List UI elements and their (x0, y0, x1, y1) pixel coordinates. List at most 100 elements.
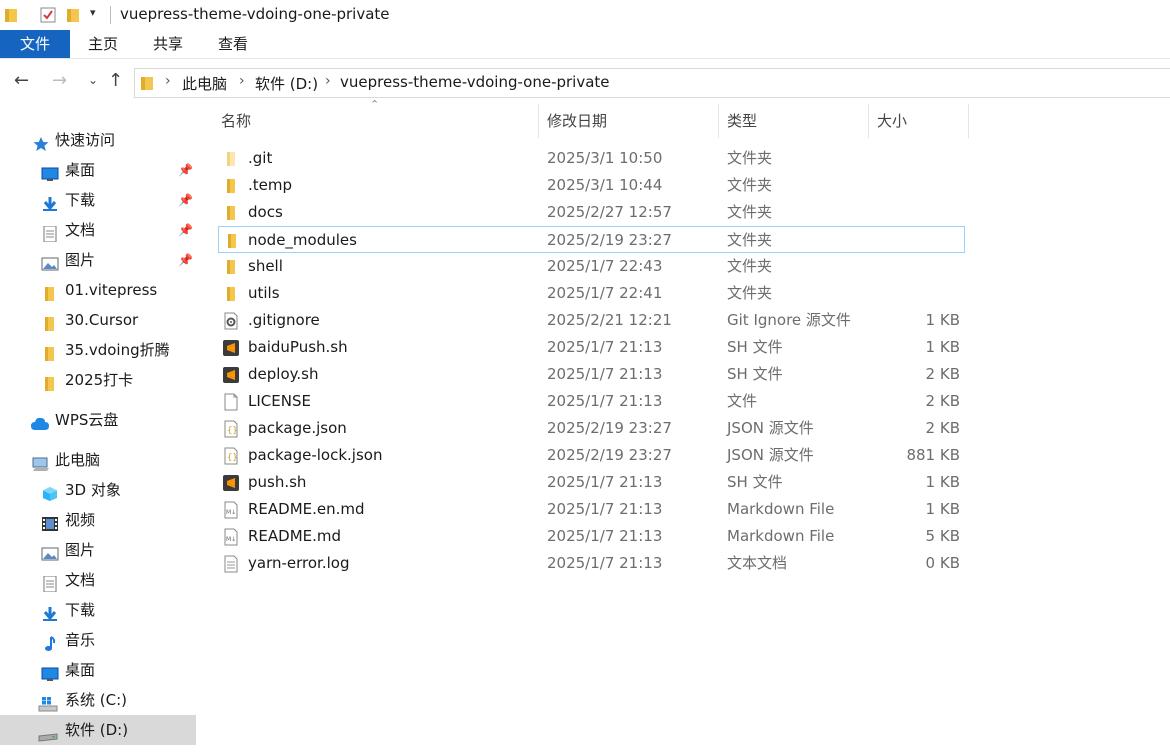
file-row[interactable]: baiduPush.sh 2025/1/7 21:13 SH 文件 1 KB (218, 334, 965, 361)
sidebar-item-desktop[interactable]: 桌面 (0, 655, 196, 685)
customize-toolbar-icon[interactable]: ▾ (90, 6, 96, 19)
file-row[interactable]: utils 2025/1/7 22:41 文件夹 (218, 280, 965, 307)
file-size: 1 KB (925, 473, 960, 491)
sidebar-item-documents[interactable]: 文档 (0, 565, 196, 595)
folder-icon[interactable] (4, 7, 18, 27)
folder-icon (41, 282, 59, 301)
file-name: docs (248, 203, 283, 221)
file-row[interactable]: .gitignore 2025/2/21 12:21 Git Ignore 源文… (218, 307, 965, 334)
chevron-right-icon[interactable]: › (239, 73, 245, 89)
address-bar[interactable]: › 此电脑 › 软件 (D:) › vuepress-theme-vdoing-… (134, 68, 1170, 98)
column-header-type[interactable]: 类型 (727, 104, 867, 138)
sidebar-item-music[interactable]: 音乐 (0, 625, 196, 655)
sidebar-item-label: 桌面 (65, 661, 96, 679)
tab-file[interactable]: 文件 (0, 30, 70, 58)
file-row[interactable]: yarn-error.log 2025/1/7 21:13 文本文档 0 KB (218, 550, 965, 577)
file-type: 文件夹 (727, 149, 773, 167)
ribbon-tabs: 文件 主页 共享 查看 (0, 30, 1170, 59)
forward-arrow-icon[interactable]: → (52, 70, 67, 91)
sidebar-item-recent-folder[interactable]: 01.vitepress (0, 275, 196, 305)
blank-file-icon (222, 393, 240, 411)
sidebar-item-drive-c[interactable]: 系统 (C:) (0, 685, 196, 715)
sidebar-item-pictures[interactable]: 图片 (0, 535, 196, 565)
file-name: .git (248, 149, 273, 167)
file-row-focused[interactable]: node_modules 2025/2/19 23:27 文件夹 (218, 226, 965, 253)
sidebar-item-label: 视频 (65, 511, 96, 529)
sidebar-item-recent-folder[interactable]: 30.Cursor (0, 305, 196, 335)
column-header-size[interactable]: 大小 (877, 104, 967, 138)
json-file-icon: {} (222, 447, 240, 465)
column-divider[interactable] (718, 104, 719, 138)
music-icon (41, 632, 59, 651)
sidebar-item-recent-folder[interactable]: 35.vdoing折腾 (0, 335, 196, 365)
file-row[interactable]: M↓ README.en.md 2025/1/7 21:13 Markdown … (218, 496, 965, 523)
column-divider[interactable] (538, 104, 539, 138)
up-arrow-icon[interactable]: ↑ (108, 70, 123, 91)
sidebar-item-label: 文档 (65, 571, 96, 589)
new-folder-icon[interactable] (66, 7, 80, 27)
file-size: 0 KB (925, 554, 960, 572)
breadcrumb-drive-d[interactable]: 软件 (D:) (255, 73, 318, 94)
sidebar-item-videos[interactable]: 视频 (0, 505, 196, 535)
video-icon (41, 512, 59, 531)
file-name: package.json (248, 419, 347, 437)
file-date: 2025/3/1 10:44 (547, 176, 663, 194)
pin-icon[interactable]: 📌 (178, 185, 193, 215)
pin-icon[interactable]: 📌 (178, 155, 193, 185)
sidebar-item-pictures[interactable]: 图片 📌 (0, 245, 196, 275)
download-icon (41, 192, 59, 211)
document-icon (41, 572, 59, 593)
file-row[interactable]: .temp 2025/3/1 10:44 文件夹 (218, 172, 965, 199)
breadcrumb-this-pc[interactable]: 此电脑 (182, 73, 227, 94)
sidebar-item-recent-folder[interactable]: 2025打卡 (0, 365, 196, 395)
file-row[interactable]: deploy.sh 2025/1/7 21:13 SH 文件 2 KB (218, 361, 965, 388)
file-row[interactable]: .git 2025/3/1 10:50 文件夹 (218, 145, 965, 172)
desktop-icon (41, 162, 59, 181)
file-row[interactable]: push.sh 2025/1/7 21:13 SH 文件 1 KB (218, 469, 965, 496)
column-divider[interactable] (868, 104, 869, 138)
json-file-icon: {} (222, 420, 240, 438)
file-date: 2025/1/7 21:13 (547, 392, 663, 410)
sidebar-item-downloads[interactable]: 下载 (0, 595, 196, 625)
pin-icon[interactable]: 📌 (178, 215, 193, 245)
file-name: shell (248, 257, 283, 275)
window-title: vuepress-theme-vdoing-one-private (120, 5, 390, 23)
sidebar-item-wps-cloud[interactable]: WPS云盘 (0, 405, 196, 435)
sidebar-item-3d-objects[interactable]: 3D 对象 (0, 475, 196, 505)
pin-icon[interactable]: 📌 (178, 245, 193, 275)
column-header-name[interactable]: 名称 (221, 104, 537, 138)
file-row[interactable]: docs 2025/2/27 12:57 文件夹 (218, 199, 965, 226)
sidebar-item-quick-access[interactable]: 快速访问 (0, 125, 196, 155)
sidebar-item-desktop[interactable]: 桌面 📌 (0, 155, 196, 185)
svg-text:M↓: M↓ (226, 536, 236, 543)
sidebar-item-this-pc[interactable]: 此电脑 (0, 445, 196, 475)
file-date: 2025/2/21 12:21 (547, 311, 672, 329)
file-row[interactable]: {} package-lock.json 2025/2/19 23:27 JSO… (218, 442, 965, 469)
chevron-right-icon[interactable]: › (325, 73, 331, 89)
file-name: utils (248, 284, 280, 302)
file-row[interactable]: shell 2025/1/7 22:43 文件夹 (218, 253, 965, 280)
properties-icon[interactable] (40, 7, 56, 27)
markdown-file-icon: M↓ (222, 528, 240, 546)
tab-share[interactable]: 共享 (145, 30, 191, 58)
breadcrumb-current-folder[interactable]: vuepress-theme-vdoing-one-private (340, 73, 610, 91)
file-row[interactable]: {} package.json 2025/2/19 23:27 JSON 源文件… (218, 415, 965, 442)
chevron-down-icon[interactable]: ⌄ (88, 73, 98, 87)
column-divider[interactable] (968, 104, 969, 138)
sidebar-item-documents[interactable]: 文档 📌 (0, 215, 196, 245)
file-row[interactable]: M↓ README.md 2025/1/7 21:13 Markdown Fil… (218, 523, 965, 550)
sidebar-item-downloads[interactable]: 下载 📌 (0, 185, 196, 215)
tab-view[interactable]: 查看 (210, 30, 256, 58)
sidebar-item-label: 文档 (65, 221, 96, 239)
sidebar-item-label: 2025打卡 (65, 371, 134, 389)
tab-home[interactable]: 主页 (80, 30, 126, 58)
sidebar-item-label: 3D 对象 (65, 481, 121, 499)
file-type: JSON 源文件 (727, 419, 814, 437)
back-arrow-icon[interactable]: ← (14, 70, 29, 91)
file-type: 文件 (727, 392, 758, 410)
file-type: 文件夹 (727, 257, 773, 275)
file-date: 2025/2/19 23:27 (547, 419, 672, 437)
file-row[interactable]: LICENSE 2025/1/7 21:13 文件 2 KB (218, 388, 965, 415)
chevron-right-icon[interactable]: › (165, 73, 171, 89)
column-header-date[interactable]: 修改日期 (547, 104, 717, 138)
